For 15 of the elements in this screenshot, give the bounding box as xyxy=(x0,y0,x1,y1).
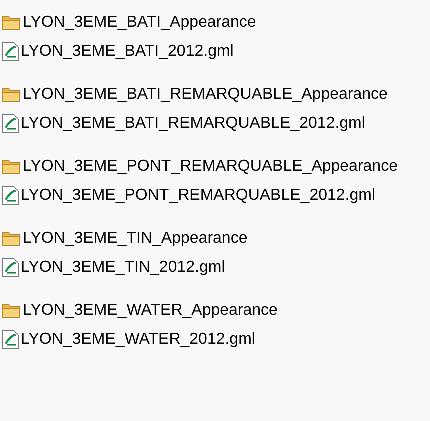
file-name[interactable]: LYON_3EME_TIN_2012.gml xyxy=(21,256,226,280)
file-name[interactable]: LYON_3EME_BATI_REMARQUABLE_2012.gml xyxy=(21,112,366,136)
folder-icon xyxy=(2,302,22,318)
folder-name[interactable]: LYON_3EME_BATI_REMARQUABLE_Appearance xyxy=(23,82,388,106)
folder-icon xyxy=(2,230,22,246)
folder-icon xyxy=(2,86,22,102)
file-name[interactable]: LYON_3EME_PONT_REMARQUABLE_2012.gml xyxy=(21,184,376,208)
file-name[interactable]: LYON_3EME_WATER_2012.gml xyxy=(21,328,256,352)
folder-name[interactable]: LYON_3EME_PONT_REMARQUABLE_Appearance xyxy=(23,154,398,178)
folder-name[interactable]: LYON_3EME_WATER_Appearance xyxy=(23,298,278,322)
folder-name[interactable]: LYON_3EME_BATI_Appearance xyxy=(23,10,256,34)
file-name[interactable]: LYON_3EME_BATI_2012.gml xyxy=(21,40,234,64)
folder-icon xyxy=(2,158,22,174)
folder-name[interactable]: LYON_3EME_TIN_Appearance xyxy=(23,226,248,250)
folder-icon xyxy=(2,14,22,30)
